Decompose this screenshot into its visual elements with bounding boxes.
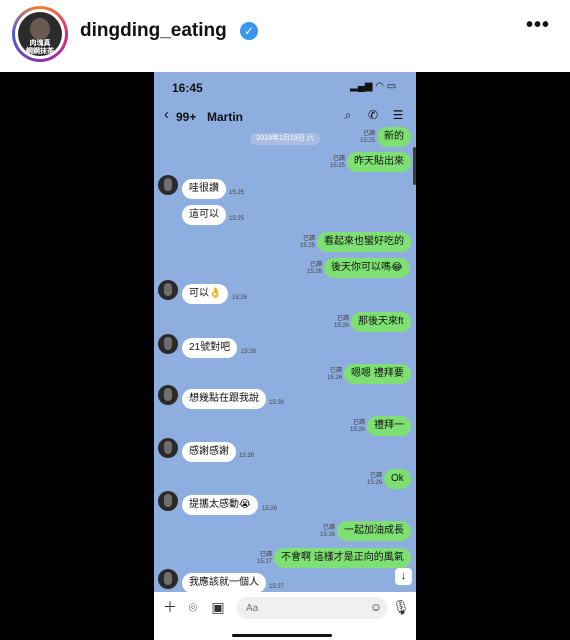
outgoing-message-bubble[interactable]: 禮拜一 [367, 416, 411, 436]
read-receipt: 已讀 [336, 316, 349, 322]
contact-avatar[interactable] [158, 491, 178, 511]
message-read-time: 已讀 15:26 [329, 316, 349, 330]
microphone-icon[interactable]: 🎙 [391, 597, 411, 617]
message-time: 15:27 [256, 559, 272, 565]
incoming-message-bubble[interactable]: 21號對吧 [182, 338, 238, 358]
plus-icon[interactable]: ＋ [160, 597, 180, 617]
chat-screenshot: 16:45 ▂▄▆ ◠ ▭ ‹ 99+ Martin ⌕ ✆ ☰ 2019年1月… [154, 72, 416, 640]
message-time: 15:26 [262, 506, 278, 512]
outgoing-message-bubble[interactable]: 嗯嗯 禮拜要 [344, 364, 411, 384]
message-read-time: 已讀 15:27 [252, 552, 272, 566]
incoming-message-bubble[interactable]: 可以👌 [182, 284, 229, 304]
phone-icon[interactable]: ✆ [365, 108, 381, 124]
outgoing-message-bubble[interactable]: 新的 [377, 127, 411, 147]
avatar-face [30, 18, 50, 40]
incoming-message-bubble[interactable]: 這可以 [182, 205, 226, 225]
read-receipt: 已讀 [302, 236, 315, 242]
incoming-message-bubble[interactable]: 感謝感謝 [182, 442, 236, 462]
contact-avatar[interactable] [158, 438, 178, 458]
read-receipt: 已讀 [362, 131, 375, 137]
message-time: 15:25 [359, 138, 375, 144]
chat-contact-name[interactable]: Martin [207, 110, 243, 124]
status-bar: 16:45 ▂▄▆ ◠ ▭ [154, 72, 416, 102]
message-read-time: 已讀 15:25 [325, 156, 345, 170]
message-time: 15:26 [239, 453, 255, 459]
input-bar: ＋ ⌾ ▣ ☺ 🎙 [154, 592, 416, 640]
message-time: 15:27 [269, 584, 285, 590]
contact-avatar[interactable] [158, 175, 178, 195]
message-time: 15:26 [269, 400, 285, 406]
message-time: 15:25 [299, 243, 315, 249]
outgoing-message-bubble[interactable]: 一起加油成長 [337, 521, 411, 541]
status-time: 16:45 [172, 81, 203, 95]
chat-nav-bar: ‹ 99+ Martin ⌕ ✆ ☰ [154, 102, 416, 130]
read-receipt: 已讀 [259, 552, 272, 558]
avatar-logo-text: 肉塊真 鋼鋼抹茶 [26, 40, 54, 55]
message-time: 15:26 [306, 269, 322, 275]
search-icon[interactable]: ⌕ [340, 108, 356, 124]
message-time: 15:25 [229, 216, 245, 222]
message-read-time: 已讀 15:26 [345, 420, 365, 434]
message-time: 15:26 [232, 295, 248, 301]
message-time: 15:26 [333, 323, 349, 329]
contact-avatar[interactable] [158, 569, 178, 589]
unread-count: 99+ [176, 110, 197, 124]
message-time: 15:26 [349, 427, 365, 433]
image-icon[interactable]: ▣ [208, 597, 228, 617]
post-header: 肉塊真 鋼鋼抹茶 dingding_eating ✓ ••• [0, 0, 570, 72]
message-read-time: 已讀 15:26 [322, 368, 342, 382]
verified-check-icon: ✓ [240, 22, 258, 40]
scroll-down-icon[interactable]: ↓ [395, 568, 412, 585]
message-time: 15:26 [319, 532, 335, 538]
read-receipt: 已讀 [309, 262, 322, 268]
outgoing-message-bubble[interactable]: 那後天來ft [351, 312, 411, 332]
message-time: 15:26 [366, 480, 382, 486]
outgoing-message-bubble[interactable]: 看起來也蠻好吃的 [317, 232, 411, 252]
read-receipt: 已讀 [352, 420, 365, 426]
emoji-icon[interactable]: ☺ [366, 597, 386, 617]
camera-icon[interactable]: ⌾ [183, 597, 203, 617]
home-indicator [232, 634, 332, 637]
outgoing-message-bubble[interactable]: 不會啊 這樣才是正向的風氣 [274, 548, 411, 568]
outgoing-message-bubble[interactable]: 後天你可以嗎😂 [324, 258, 410, 278]
message-time: 15:25 [329, 163, 345, 169]
more-options-icon[interactable]: ••• [526, 14, 550, 37]
outgoing-message-bubble[interactable]: 昨天貼出來 [347, 152, 411, 172]
read-receipt: 已讀 [332, 156, 345, 162]
profile-avatar[interactable]: 肉塊真 鋼鋼抹茶 [12, 6, 68, 62]
date-chip: 2019年1月19日 六 [250, 133, 320, 145]
message-time: 15:26 [241, 349, 257, 355]
incoming-message-bubble[interactable]: 我應該就一個人 [182, 573, 266, 593]
status-icons: ▂▄▆ ◠ ▭ [350, 81, 397, 92]
outgoing-message-bubble[interactable]: Ok [384, 469, 411, 489]
message-read-time: 已讀 15:25 [355, 131, 375, 145]
read-receipt: 已讀 [322, 525, 335, 531]
message-time: 15:25 [229, 190, 245, 196]
message-time: 15:26 [326, 375, 342, 381]
message-read-time: 已讀 15:26 [315, 525, 335, 539]
avatar-image: 肉塊真 鋼鋼抹茶 [18, 12, 62, 56]
post-username[interactable]: dingding_eating [80, 20, 227, 42]
read-receipt: 已讀 [369, 473, 382, 479]
back-chevron-icon[interactable]: ‹ [164, 106, 169, 123]
contact-avatar[interactable] [158, 334, 178, 354]
message-read-time: 已讀 15:26 [362, 473, 382, 487]
incoming-message-bubble[interactable]: 提攜太感動😭 [182, 495, 258, 515]
message-read-time: 已讀 15:26 [302, 262, 322, 276]
read-receipt: 已讀 [329, 368, 342, 374]
menu-icon[interactable]: ☰ [390, 108, 406, 124]
incoming-message-bubble[interactable]: 哇很讚 [182, 179, 226, 199]
incoming-message-bubble[interactable]: 想幾點在跟我說 [182, 389, 266, 409]
contact-avatar[interactable] [158, 280, 178, 300]
message-read-time: 已讀 15:25 [295, 236, 315, 250]
contact-avatar[interactable] [158, 385, 178, 405]
scroll-handle[interactable] [413, 147, 416, 185]
avatar-frame: 肉塊真 鋼鋼抹茶 [15, 9, 65, 59]
